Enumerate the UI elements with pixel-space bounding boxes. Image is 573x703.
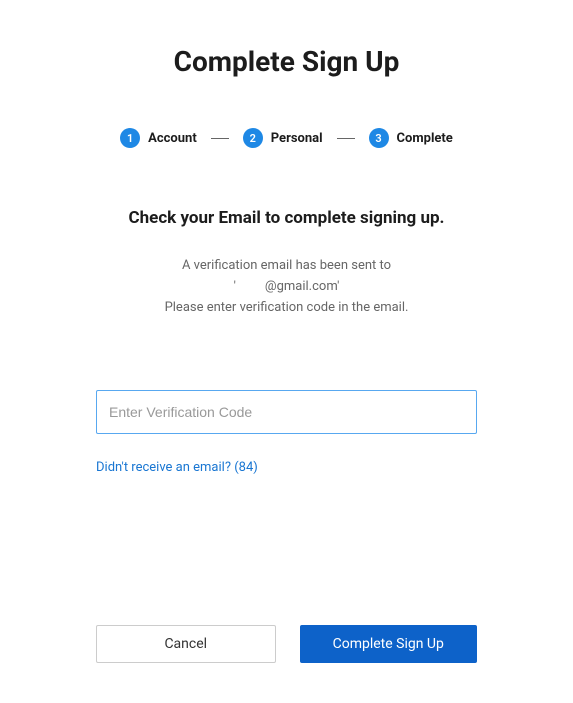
step-label-complete: Complete xyxy=(397,131,453,146)
description: A verification email has been sent to ' … xyxy=(96,256,477,318)
progress-stepper: 1 Account 2 Personal 3 Complete xyxy=(96,128,477,148)
cancel-button[interactable]: Cancel xyxy=(96,625,276,663)
description-email: ' @gmail.com' xyxy=(96,277,477,298)
step-number-3: 3 xyxy=(369,128,389,148)
description-line3: Please enter verification code in the em… xyxy=(96,298,477,319)
step-complete: 3 Complete xyxy=(369,128,453,148)
step-label-personal: Personal xyxy=(271,131,323,146)
button-row: Cancel Complete Sign Up xyxy=(96,625,477,663)
step-number-1: 1 xyxy=(120,128,140,148)
subtitle: Check your Email to complete signing up. xyxy=(96,208,477,228)
step-number-2: 2 xyxy=(243,128,263,148)
resend-email-link[interactable]: Didn't receive an email? (84) xyxy=(96,460,258,475)
page-title: Complete Sign Up xyxy=(96,45,477,78)
description-line1: A verification email has been sent to xyxy=(96,256,477,277)
step-personal: 2 Personal xyxy=(243,128,323,148)
step-label-account: Account xyxy=(148,131,197,146)
complete-signup-button[interactable]: Complete Sign Up xyxy=(300,625,478,663)
verification-code-input[interactable] xyxy=(96,390,477,434)
step-divider xyxy=(211,138,229,139)
signup-container: Complete Sign Up 1 Account 2 Personal 3 … xyxy=(0,0,573,703)
step-divider xyxy=(337,138,355,139)
step-account: 1 Account xyxy=(120,128,197,148)
